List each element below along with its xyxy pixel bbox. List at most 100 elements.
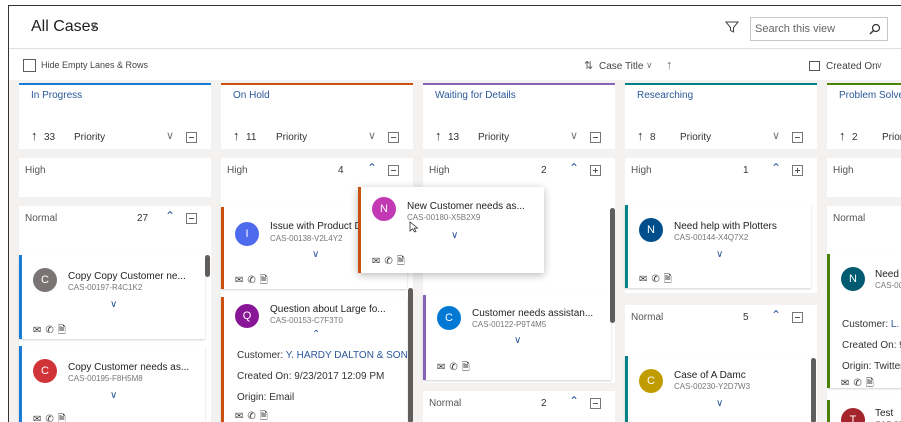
lane-researching: Researching ↑ 8 Priority ∨ High 1 ⌃ N Ne… [625, 83, 817, 422]
sort-up-icon[interactable]: ↑ [31, 128, 38, 143]
collapse-card-icon[interactable]: ⌃ [312, 329, 320, 340]
case-card[interactable]: C Customer needs assistan... CAS-00122-P… [423, 295, 611, 380]
sort-up-icon[interactable]: ↑ [637, 128, 644, 143]
chevron-down-icon[interactable]: ∨ [166, 129, 174, 142]
card-actions[interactable]: ✉✆🗎 [437, 360, 474, 377]
group-title: Normal [25, 213, 58, 224]
collapse-group-button[interactable] [590, 398, 601, 409]
card-actions[interactable]: ✉✆🗎 [639, 272, 676, 289]
avatar: C [33, 268, 57, 292]
case-title[interactable]: Copy Customer needs as... [68, 362, 203, 373]
lane-priority-label: Priority [74, 132, 106, 143]
sort-icon[interactable]: ⇅ [584, 59, 593, 72]
case-title[interactable]: Test [875, 408, 901, 419]
case-title[interactable]: Question about Large fo... [270, 304, 405, 315]
chevron-down-icon[interactable]: ∨ [368, 129, 376, 142]
created-on-field: Created On: 9 [842, 340, 901, 351]
chevron-up-icon[interactable]: ⌃ [569, 394, 579, 408]
calendar-icon [809, 61, 820, 71]
scrollbar[interactable] [610, 208, 615, 323]
case-card[interactable]: T Test CAS-00 [827, 400, 901, 422]
case-title[interactable]: Customer needs assistan... [472, 308, 607, 319]
group-count: 5 [743, 312, 749, 323]
card-actions[interactable]: ✉✆🗎 [235, 409, 272, 422]
sort-field-selector[interactable]: Case Title [599, 61, 643, 72]
card-actions[interactable]: ✉✆🗎 [33, 323, 70, 340]
case-card[interactable]: N Need h CAS-00 Customer: L. T Created O… [827, 254, 901, 389]
scrollbar[interactable] [811, 358, 816, 422]
card-actions[interactable]: ✉✆🗎 [33, 412, 70, 422]
collapse-group-button[interactable] [186, 213, 197, 224]
created-on-selector[interactable]: Created On [826, 61, 878, 72]
search-icon[interactable] [869, 23, 881, 35]
customer-field: Customer: L. T [842, 319, 901, 330]
case-title[interactable]: New Customer needs as... [407, 201, 537, 212]
view-selector[interactable]: All Cases [31, 18, 99, 36]
lane-priority-label: Priority [478, 132, 510, 143]
search-input[interactable]: Search this view [750, 17, 888, 41]
expand-card-icon[interactable]: ∨ [716, 249, 723, 260]
expand-card-icon[interactable]: ∨ [110, 390, 117, 401]
expand-group-button[interactable] [590, 165, 601, 176]
chevron-down-icon[interactable]: ∨ [876, 60, 883, 71]
collapse-lane-button[interactable] [388, 132, 399, 143]
chevron-down-icon[interactable]: ∨ [570, 129, 578, 142]
case-card[interactable]: N Need help with Plotters CAS-00144-X4Q7… [625, 205, 811, 288]
avatar: N [841, 267, 865, 291]
lane-title: Waiting for Details [435, 90, 516, 101]
lane-header: Problem Solved ↑ 2 Priority [827, 83, 901, 149]
case-card[interactable]: C Case of A Damc CAS-00230-Y2D7W3 ∨ [625, 356, 811, 422]
expand-card-icon[interactable]: ∨ [716, 398, 723, 409]
collapse-group-button[interactable] [388, 165, 399, 176]
case-title[interactable]: Copy Copy Customer ne... [68, 271, 203, 282]
filter-icon[interactable] [725, 20, 739, 34]
dragged-case-card[interactable]: N New Customer needs as... CAS-00180-X5B… [358, 187, 544, 273]
sort-up-icon[interactable]: ↑ [233, 128, 240, 143]
chevron-down-icon[interactable]: ∨ [646, 60, 653, 71]
case-card[interactable]: C Copy Copy Customer ne... CAS-00197-R4C… [19, 255, 205, 339]
sort-up-icon[interactable]: ↑ [839, 128, 846, 143]
collapse-group-button[interactable] [792, 312, 803, 323]
expand-card-icon[interactable]: ∨ [514, 335, 521, 346]
case-card[interactable]: Q Question about Large fo... CAS-00153-C… [221, 297, 407, 422]
avatar: C [437, 306, 461, 330]
scrollbar[interactable] [205, 255, 210, 277]
group-title: High [25, 165, 46, 176]
case-title[interactable]: Need help with Plotters [674, 221, 809, 232]
card-actions[interactable]: ✉✆🗎 [235, 273, 272, 290]
customer-link[interactable]: Y. HARDY DALTON & SONS... [286, 350, 407, 361]
case-title[interactable]: Need h [875, 269, 901, 280]
lane-header: In Progress ↑ 33 Priority ∨ [19, 83, 211, 149]
group-high: High 1 ⌃ N Need help with Plotters CAS-0… [625, 158, 817, 293]
collapse-lane-button[interactable] [186, 132, 197, 143]
scrollbar[interactable] [408, 288, 413, 422]
case-id: CAS-00153-C7F3T0 [270, 316, 343, 325]
chevron-up-icon[interactable]: ⌃ [165, 209, 175, 223]
group-count: 2 [541, 165, 547, 176]
expand-group-button[interactable] [792, 165, 803, 176]
expand-card-icon[interactable]: ∨ [312, 249, 319, 260]
expand-card-icon[interactable]: ∨ [451, 230, 458, 241]
chevron-up-icon[interactable]: ⌃ [367, 161, 377, 175]
chevron-up-icon[interactable]: ⌃ [771, 161, 781, 175]
case-title[interactable]: Case of A Damc [674, 370, 809, 381]
case-title[interactable]: Issue with Product D [270, 221, 360, 232]
lane-count: 11 [246, 132, 257, 143]
hide-empty-checkbox[interactable] [23, 59, 36, 72]
chevron-up-icon[interactable]: ⌃ [569, 161, 579, 175]
view-header: All Cases ∨ Search this view [9, 6, 901, 49]
collapse-lane-button[interactable] [590, 132, 601, 143]
group-title: High [631, 165, 652, 176]
card-actions[interactable]: ✉✆🗎 [841, 376, 878, 393]
customer-link[interactable]: L. T [891, 319, 901, 330]
sort-ascending-icon[interactable]: ↑ [666, 57, 673, 72]
collapse-lane-button[interactable] [792, 132, 803, 143]
chevron-up-icon[interactable]: ⌃ [771, 308, 781, 322]
chevron-down-icon[interactable]: ∨ [90, 21, 97, 32]
card-actions[interactable]: ✉✆🗎 [372, 254, 409, 271]
sort-up-icon[interactable]: ↑ [435, 128, 442, 143]
chevron-down-icon[interactable]: ∨ [772, 129, 780, 142]
case-card[interactable]: C Copy Customer needs as... CAS-00195-F8… [19, 346, 205, 422]
expand-card-icon[interactable]: ∨ [110, 299, 117, 310]
group-title: Normal [833, 213, 866, 224]
